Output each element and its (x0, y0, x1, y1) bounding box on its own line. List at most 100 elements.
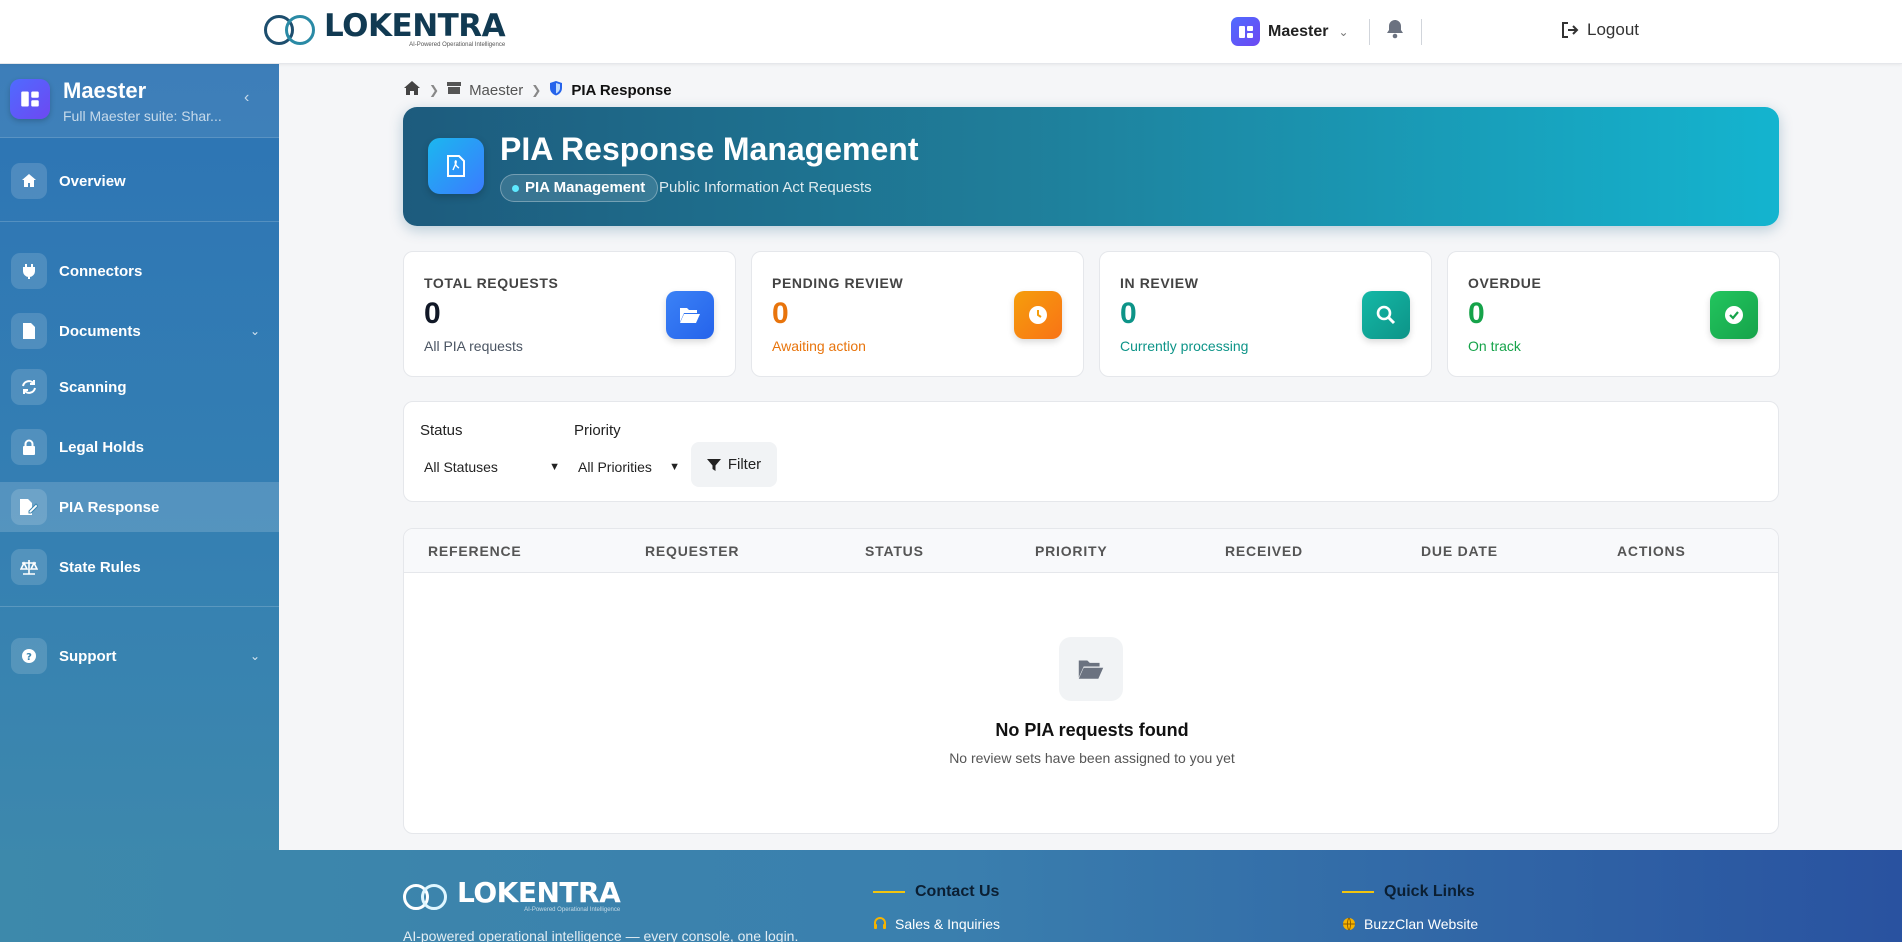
footer-links-heading: Quick Links (1342, 883, 1475, 901)
priority-select-value: All Priorities (578, 459, 652, 475)
stat-card-total: TOTAL REQUESTS 0 All PIA requests (403, 251, 736, 377)
stat-subtext: Currently processing (1120, 338, 1249, 354)
logo-rings (403, 884, 447, 910)
sidebar-item-label: Legal Holds (59, 438, 145, 456)
breadcrumb: ❯ Maester ❯ PIA Response (403, 80, 672, 100)
sidebar-item-connectors[interactable]: Connectors (0, 246, 279, 296)
sidebar-item-label: Documents (59, 322, 141, 340)
page-subtitle: Public Information Act Requests (659, 179, 872, 196)
column-header: ACTIONS (1617, 543, 1686, 559)
brand-tagline: AI-Powered Operational Intelligence (409, 42, 506, 48)
column-header[interactable]: PRIORITY (1035, 543, 1108, 559)
sidebar-subtitle: Full Maester suite: Shar... (63, 108, 222, 124)
sidebar-item-legal-holds[interactable]: Legal Holds (0, 422, 279, 472)
bell-icon[interactable] (1386, 19, 1404, 44)
brand-name: LOKENTRA (457, 876, 621, 909)
file-icon (11, 313, 47, 349)
status-select[interactable]: All Statuses ▼ (424, 454, 560, 480)
stat-value: 0 (772, 297, 789, 330)
footer-contact-heading: Contact Us (873, 883, 999, 901)
brand-tagline: AI-Powered Operational Intelligence (524, 907, 621, 913)
sidebar-item-support[interactable]: ? Support ⌄ (0, 631, 279, 681)
check-circle-icon (1710, 291, 1758, 339)
brand-logo[interactable]: LOKENTRA AI-Powered Operational Intellig… (264, 8, 506, 49)
filter-icon (706, 458, 721, 471)
folder-open-icon (1059, 637, 1123, 701)
page-header-banner: PIA Response Management PIA Management P… (403, 107, 1779, 226)
globe-icon (1343, 917, 1355, 931)
chevron-right-icon: ❯ (531, 83, 542, 97)
sidebar: Maester Full Maester suite: Shar... ‹ Ov… (0, 64, 279, 942)
stat-subtext: Awaiting action (772, 338, 866, 354)
sidebar-divider (0, 606, 279, 607)
stat-value: 0 (424, 297, 441, 330)
sidebar-item-state-rules[interactable]: State Rules (0, 542, 279, 592)
logout-button[interactable]: Logout (1561, 20, 1639, 40)
priority-select[interactable]: All Priorities ▼ (578, 454, 680, 480)
chevron-right-icon: ❯ (429, 83, 440, 97)
sidebar-item-label: PIA Response (59, 498, 160, 516)
column-header[interactable]: REFERENCE (428, 543, 522, 559)
logo-rings (264, 15, 315, 45)
stat-value: 0 (1468, 297, 1485, 330)
top-bar: LOKENTRA AI-Powered Operational Intellig… (0, 0, 1902, 64)
folder-open-icon (666, 291, 714, 339)
footer: LOKENTRA AI-Powered Operational Intellig… (0, 850, 1902, 942)
sidebar-item-label: State Rules (59, 558, 141, 576)
column-header[interactable]: RECEIVED (1225, 543, 1303, 559)
breadcrumb-current: PIA Response (571, 81, 672, 99)
stat-label: TOTAL REQUESTS (424, 275, 559, 291)
home-icon[interactable] (403, 80, 421, 100)
lock-icon (11, 429, 47, 465)
headset-icon (874, 917, 886, 929)
filter-button[interactable]: Filter (691, 442, 777, 487)
chevron-down-icon: ⌄ (250, 649, 261, 663)
status-select-value: All Statuses (424, 459, 498, 475)
sidebar-item-documents[interactable]: Documents ⌄ (0, 306, 279, 356)
sidebar-item-label: Support (59, 647, 117, 665)
sidebar-header: Maester Full Maester suite: Shar... ‹ (0, 64, 279, 138)
sidebar-item-overview[interactable]: Overview (0, 156, 279, 206)
plug-icon (11, 253, 47, 289)
status-filter-label: Status (420, 422, 463, 439)
column-header[interactable]: DUE DATE (1421, 543, 1498, 559)
footer-logo[interactable]: LOKENTRA AI-Powered Operational Intellig… (403, 876, 621, 914)
empty-state-title: No PIA requests found (995, 720, 1189, 740)
stat-value: 0 (1120, 297, 1137, 330)
stat-card-overdue: OVERDUE 0 On track (1447, 251, 1780, 377)
sidebar-item-scanning[interactable]: Scanning (0, 362, 279, 412)
home-icon (11, 163, 47, 199)
breadcrumb-link[interactable]: Maester (469, 82, 523, 99)
footer-description: AI-powered operational intelligence — ev… (403, 928, 799, 942)
svg-text:?: ? (26, 652, 32, 663)
footer-link-website[interactable]: BuzzClan Website (1342, 916, 1478, 932)
collapse-sidebar-icon[interactable]: ‹ (244, 89, 249, 107)
search-icon (1362, 291, 1410, 339)
file-edit-icon (11, 489, 47, 525)
brand-name: LOKENTRA (324, 8, 506, 44)
chevron-down-icon: ⌄ (1338, 24, 1349, 39)
page-title: PIA Response Management (500, 131, 919, 167)
footer-link-sales[interactable]: Sales & Inquiries (873, 916, 1000, 932)
divider (1421, 19, 1422, 45)
stat-card-pending: PENDING REVIEW 0 Awaiting action (751, 251, 1084, 377)
column-header[interactable]: REQUESTER (645, 543, 739, 559)
sidebar-item-pia-response[interactable]: PIA Response (0, 482, 279, 532)
stat-card-in-review: IN REVIEW 0 Currently processing (1099, 251, 1432, 377)
stat-subtext: On track (1468, 338, 1521, 354)
sidebar-item-label: Connectors (59, 262, 143, 280)
chevron-down-icon: ▼ (669, 461, 680, 473)
workspace-icon (10, 79, 50, 119)
column-header[interactable]: STATUS (865, 543, 924, 559)
filter-button-label: Filter (727, 456, 762, 473)
shield-icon (549, 80, 563, 100)
footer-link-label: Sales & Inquiries (895, 916, 1001, 932)
user-menu[interactable]: Maester ⌄ (1231, 17, 1349, 46)
workspace-icon (1231, 17, 1260, 46)
refresh-icon (11, 369, 47, 405)
stat-subtext: All PIA requests (424, 338, 523, 354)
divider (1369, 19, 1370, 45)
user-menu-label: Maester (1268, 22, 1329, 40)
sidebar-item-label: Overview (59, 172, 126, 190)
stat-label: IN REVIEW (1120, 275, 1199, 291)
